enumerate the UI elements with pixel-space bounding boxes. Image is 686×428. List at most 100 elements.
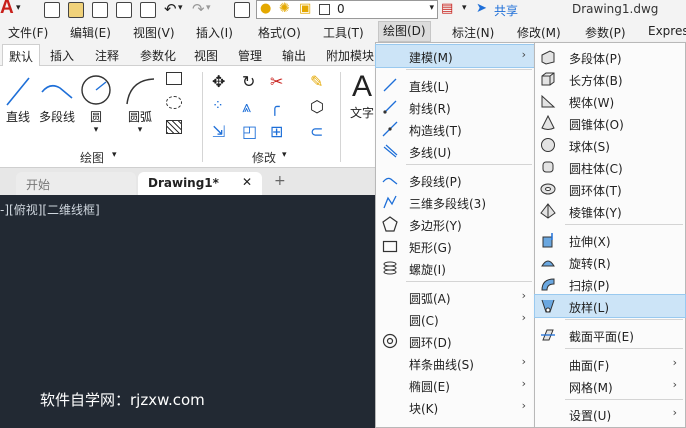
tab-annotate[interactable]: 注释: [95, 47, 119, 64]
menu-format[interactable]: 格式(O): [258, 24, 301, 41]
menu-item-polygon[interactable]: 多边形(Y): [376, 213, 534, 235]
menu-item-sphere[interactable]: 球体(S): [535, 134, 685, 156]
undo-icon[interactable]: ↶: [164, 0, 177, 18]
tab-addins[interactable]: 附加模块: [326, 47, 374, 64]
explode-icon[interactable]: ⬡: [310, 97, 324, 116]
scale-icon[interactable]: ◰: [242, 122, 257, 141]
menu-item-section-plane[interactable]: 截面平面(E): [535, 324, 685, 346]
tab-start[interactable]: 开始: [16, 172, 136, 195]
rectangle-icon[interactable]: [166, 72, 182, 85]
app-logo-icon[interactable]: A: [0, 0, 14, 19]
menu-edit[interactable]: 编辑(E): [70, 24, 111, 41]
modify-panel-label[interactable]: 修改: [252, 149, 276, 166]
properties-icon[interactable]: ▤: [441, 1, 453, 16]
undo-dropdown-icon[interactable]: ▾: [178, 3, 183, 13]
new-tab-icon[interactable]: +: [274, 173, 286, 189]
menu-item-arc[interactable]: 圆弧(A) ›: [376, 286, 534, 308]
menu-item-label: 截面平面(E): [569, 330, 634, 344]
tab-default[interactable]: 默认: [2, 44, 41, 67]
menu-item-box[interactable]: 长方体(B): [535, 68, 685, 90]
menu-item-construction-line[interactable]: 构造线(T): [376, 118, 534, 140]
menu-file[interactable]: 文件(F): [8, 24, 48, 41]
array-icon[interactable]: ⊞: [270, 122, 283, 141]
menu-item-3d-polyline[interactable]: 三维多段线(3): [376, 191, 534, 213]
tab-insert[interactable]: 插入: [50, 47, 74, 64]
menu-item-ray[interactable]: 射线(R): [376, 96, 534, 118]
save-as-icon[interactable]: [116, 2, 132, 18]
arc-tool-button[interactable]: 圆弧 ▾: [122, 74, 158, 135]
plot-icon[interactable]: [234, 2, 250, 18]
hatch-icon[interactable]: [166, 120, 182, 134]
close-icon[interactable]: ✕: [242, 175, 252, 189]
app-menu-arrow-icon[interactable]: ▾: [16, 3, 21, 13]
arc-dropdown-icon[interactable]: ▾: [122, 125, 158, 135]
menu-item-surface[interactable]: 曲面(F) ›: [535, 353, 685, 375]
line-tool-button[interactable]: 直线: [4, 74, 32, 125]
menu-item-polysolid[interactable]: 多段体(P): [535, 46, 685, 68]
menu-item-polyline[interactable]: 多段线(P): [376, 169, 534, 191]
menu-item-cone[interactable]: 圆锥体(O): [535, 112, 685, 134]
move-icon[interactable]: ✥: [212, 72, 225, 91]
print-icon[interactable]: [140, 2, 156, 18]
menu-item-multiline[interactable]: 多线(U): [376, 140, 534, 162]
menu-item-wedge[interactable]: 楔体(W): [535, 90, 685, 112]
stretch-icon[interactable]: ⇲: [212, 122, 225, 141]
menu-item-loft[interactable]: 放样(L): [534, 294, 686, 318]
menu-item-ellipse[interactable]: 椭圆(E) ›: [376, 374, 534, 396]
menu-item-cylinder[interactable]: 圆柱体(C): [535, 156, 685, 178]
menu-insert[interactable]: 插入(I): [196, 24, 233, 41]
menu-item-revolve[interactable]: 旋转(R): [535, 251, 685, 273]
qat-customize-icon[interactable]: ▾: [462, 3, 467, 13]
viewport-label[interactable]: -][俯视][二维线框]: [0, 201, 100, 218]
draw-panel-label[interactable]: 绘图: [80, 149, 104, 166]
trim-icon[interactable]: ✂: [270, 72, 283, 91]
menu-item-line[interactable]: 直线(L): [376, 74, 534, 96]
share-icon[interactable]: ➤: [476, 1, 487, 16]
erase-icon[interactable]: ✎: [310, 72, 323, 91]
menu-parametric[interactable]: 参数(P): [585, 24, 626, 41]
menu-express[interactable]: Expres: [648, 24, 686, 38]
mirror-icon[interactable]: ⩓: [242, 97, 251, 117]
text-tool-button[interactable]: A 文字: [346, 70, 378, 121]
menu-item-torus[interactable]: 圆环体(T): [535, 178, 685, 200]
copy-icon[interactable]: ⁘: [212, 98, 224, 114]
fillet-icon[interactable]: ╭: [270, 97, 280, 116]
menu-draw[interactable]: 绘图(D): [378, 21, 431, 42]
offset-icon[interactable]: ⊂: [310, 122, 323, 141]
modify-panel-expand-icon[interactable]: ▾: [282, 150, 287, 160]
hatch-ellipse-icon[interactable]: [166, 96, 182, 109]
menu-dimension[interactable]: 标注(N): [452, 24, 494, 41]
tab-output[interactable]: 输出: [282, 47, 306, 64]
menu-item-settings[interactable]: 设置(U) ›: [535, 403, 685, 425]
menu-item-circle[interactable]: 圆(C) ›: [376, 308, 534, 330]
tab-view[interactable]: 视图: [194, 47, 218, 64]
open-folder-icon[interactable]: [68, 2, 84, 18]
share-button[interactable]: 共享: [494, 2, 518, 19]
menu-item-modeling[interactable]: 建模(M) ›: [375, 44, 535, 68]
menu-modify[interactable]: 修改(M): [517, 24, 561, 41]
menu-item-rectangle[interactable]: 矩形(G): [376, 235, 534, 257]
layer-dropdown[interactable]: ● ✺ ▣ 0 ▾: [256, 0, 438, 19]
menu-item-sweep[interactable]: 扫掠(P): [535, 273, 685, 295]
menu-tools[interactable]: 工具(T): [323, 24, 364, 41]
menu-item-extrude[interactable]: 拉伸(X): [535, 229, 685, 251]
menu-item-block[interactable]: 块(K) ›: [376, 396, 534, 418]
menu-item-spline[interactable]: 样条曲线(S) ›: [376, 352, 534, 374]
redo-icon[interactable]: ↷: [192, 0, 205, 18]
draw-panel-expand-icon[interactable]: ▾: [112, 150, 117, 160]
menu-item-helix[interactable]: 螺旋(I): [376, 257, 534, 279]
tab-drawing1[interactable]: Drawing1* ✕: [138, 172, 262, 195]
save-icon[interactable]: [92, 2, 108, 18]
tab-manage[interactable]: 管理: [238, 47, 262, 64]
tab-parametric[interactable]: 参数化: [140, 47, 176, 64]
menu-item-mesh[interactable]: 网格(M) ›: [535, 375, 685, 397]
new-file-icon[interactable]: [44, 2, 60, 18]
circle-dropdown-icon[interactable]: ▾: [80, 125, 112, 135]
polyline-tool-button[interactable]: 多段线: [38, 74, 76, 125]
circle-tool-button[interactable]: 圆 ▾: [80, 74, 112, 135]
menu-item-donut[interactable]: 圆环(D): [376, 330, 534, 352]
rotate-icon[interactable]: ↻: [242, 72, 255, 91]
menu-item-pyramid[interactable]: 棱锥体(Y): [535, 200, 685, 222]
redo-dropdown-icon[interactable]: ▾: [206, 3, 211, 13]
menu-view[interactable]: 视图(V): [133, 24, 175, 41]
